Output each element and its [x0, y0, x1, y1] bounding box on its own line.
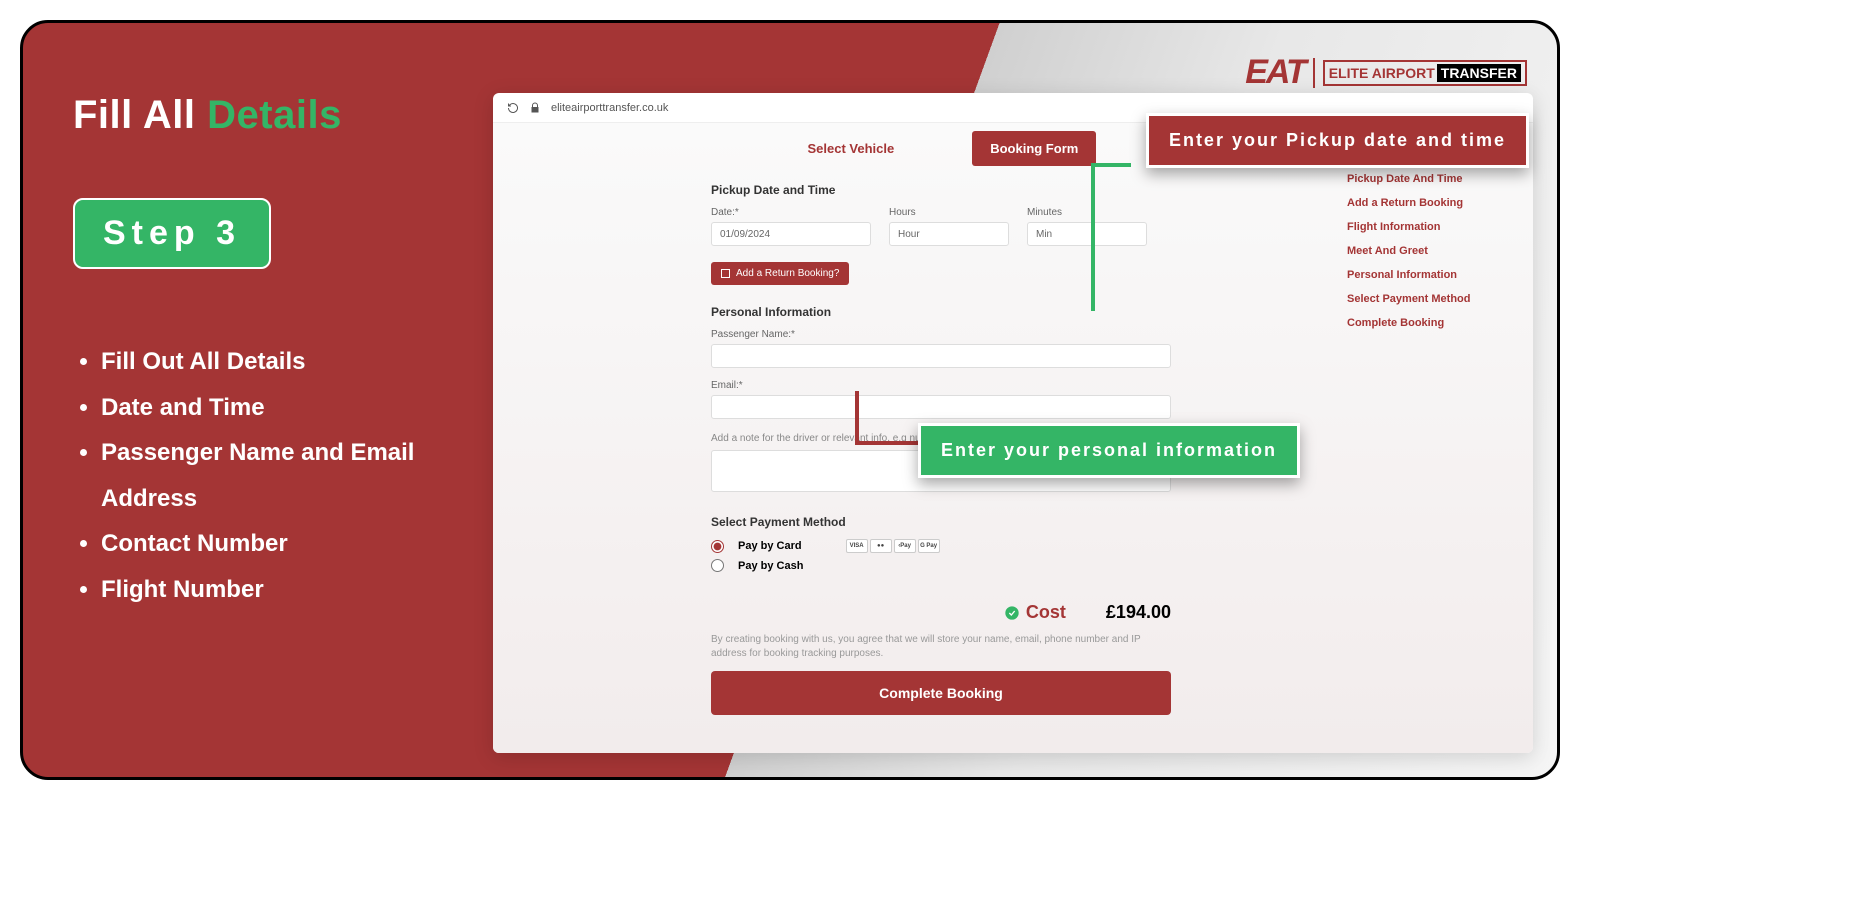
- minutes-placeholder: Min: [1036, 229, 1052, 240]
- logo-badge: ELITE AIRPORT TRANSFER: [1323, 60, 1527, 86]
- rnav-item[interactable]: Pickup Date And Time: [1347, 173, 1517, 185]
- connector-line: [1091, 163, 1131, 167]
- email-label: Email:*: [711, 380, 1171, 391]
- connector-line: [855, 441, 921, 445]
- minutes-label: Minutes: [1027, 207, 1147, 218]
- pay-cash-radio[interactable]: [711, 559, 724, 572]
- hours-placeholder: Hour: [898, 229, 920, 240]
- step-badge: Step 3: [73, 198, 271, 269]
- pay-card-radio[interactable]: [711, 540, 724, 553]
- add-return-label: Add a Return Booking?: [736, 268, 839, 279]
- cost-value: £194.00: [1106, 602, 1171, 623]
- rnav-item[interactable]: Personal Information: [1347, 269, 1517, 281]
- personal-section-title: Personal Information: [711, 305, 1171, 319]
- applepay-icon: ‹Pay: [894, 539, 916, 553]
- checkbox-icon: [721, 269, 730, 278]
- date-label: Date:*: [711, 207, 871, 218]
- cost-row: Cost £194.00: [711, 602, 1171, 623]
- cost-label: Cost: [1004, 602, 1066, 623]
- rnav-item[interactable]: Meet And Greet: [1347, 245, 1517, 257]
- connector-line: [855, 391, 859, 445]
- divider-icon: [1313, 58, 1315, 88]
- logo-abbr: EAT: [1245, 53, 1304, 92]
- mastercard-icon: ●●: [870, 539, 892, 553]
- bullet-list: Fill Out All Details Date and Time Passe…: [73, 339, 453, 613]
- disclaimer-text: By creating booking with us, you agree t…: [711, 633, 1171, 661]
- rnav-item[interactable]: Complete Booking: [1347, 317, 1517, 329]
- bullet-item: Fill Out All Details: [101, 339, 453, 385]
- passenger-name-label: Passenger Name:*: [711, 329, 1171, 340]
- gpay-icon: G Pay: [918, 539, 940, 553]
- bullet-item: Passenger Name and Email Address: [101, 430, 453, 521]
- url-text: eliteairporttransfer.co.uk: [551, 102, 668, 114]
- pay-cash-label: Pay by Cash: [738, 560, 803, 572]
- bullet-item: Contact Number: [101, 521, 453, 567]
- check-circle-icon: [1004, 605, 1020, 621]
- heading: Fill All Details: [73, 93, 453, 138]
- left-panel: Fill All Details Step 3 Fill Out All Det…: [73, 93, 453, 613]
- tab-booking-form[interactable]: Booking Form: [972, 131, 1096, 166]
- hours-label: Hours: [889, 207, 1009, 218]
- right-nav: Pickup Date And Time Add a Return Bookin…: [1347, 173, 1517, 341]
- rnav-item[interactable]: Add a Return Booking: [1347, 197, 1517, 209]
- heading-green: Details: [207, 93, 342, 137]
- lock-icon: [529, 102, 541, 114]
- instruction-card: Fill All Details Step 3 Fill Out All Det…: [20, 20, 1560, 780]
- cost-label-text: Cost: [1026, 602, 1066, 623]
- email-input[interactable]: [711, 395, 1171, 419]
- bullet-item: Flight Number: [101, 567, 453, 613]
- minutes-input[interactable]: Min: [1027, 222, 1147, 246]
- date-input[interactable]: 01/09/2024: [711, 222, 871, 246]
- callout-personal: Enter your personal information: [918, 423, 1300, 478]
- bullet-item: Date and Time: [101, 385, 453, 431]
- tab-select-vehicle[interactable]: Select Vehicle: [789, 131, 912, 166]
- hours-input[interactable]: Hour: [889, 222, 1009, 246]
- callout-pickup: Enter your Pickup date and time: [1146, 113, 1529, 168]
- rnav-item[interactable]: Select Payment Method: [1347, 293, 1517, 305]
- passenger-name-input[interactable]: [711, 344, 1171, 368]
- logo-text-b: TRANSFER: [1437, 64, 1521, 82]
- payment-section-title: Select Payment Method: [711, 515, 1171, 529]
- reload-icon: [507, 102, 519, 114]
- pickup-section-title: Pickup Date and Time: [711, 183, 1171, 197]
- logo-text-a: ELITE AIRPORT: [1329, 65, 1435, 81]
- connector-line: [1091, 163, 1095, 311]
- add-return-button[interactable]: Add a Return Booking?: [711, 262, 849, 285]
- complete-booking-button[interactable]: Complete Booking: [711, 671, 1171, 715]
- brand-logo: EAT ELITE AIRPORT TRANSFER: [1245, 53, 1527, 92]
- heading-pre: Fill All: [73, 93, 207, 137]
- pay-card-label: Pay by Card: [738, 540, 802, 552]
- payment-icons: VISA ●● ‹Pay G Pay: [846, 539, 940, 553]
- rnav-item[interactable]: Flight Information: [1347, 221, 1517, 233]
- visa-icon: VISA: [846, 539, 868, 553]
